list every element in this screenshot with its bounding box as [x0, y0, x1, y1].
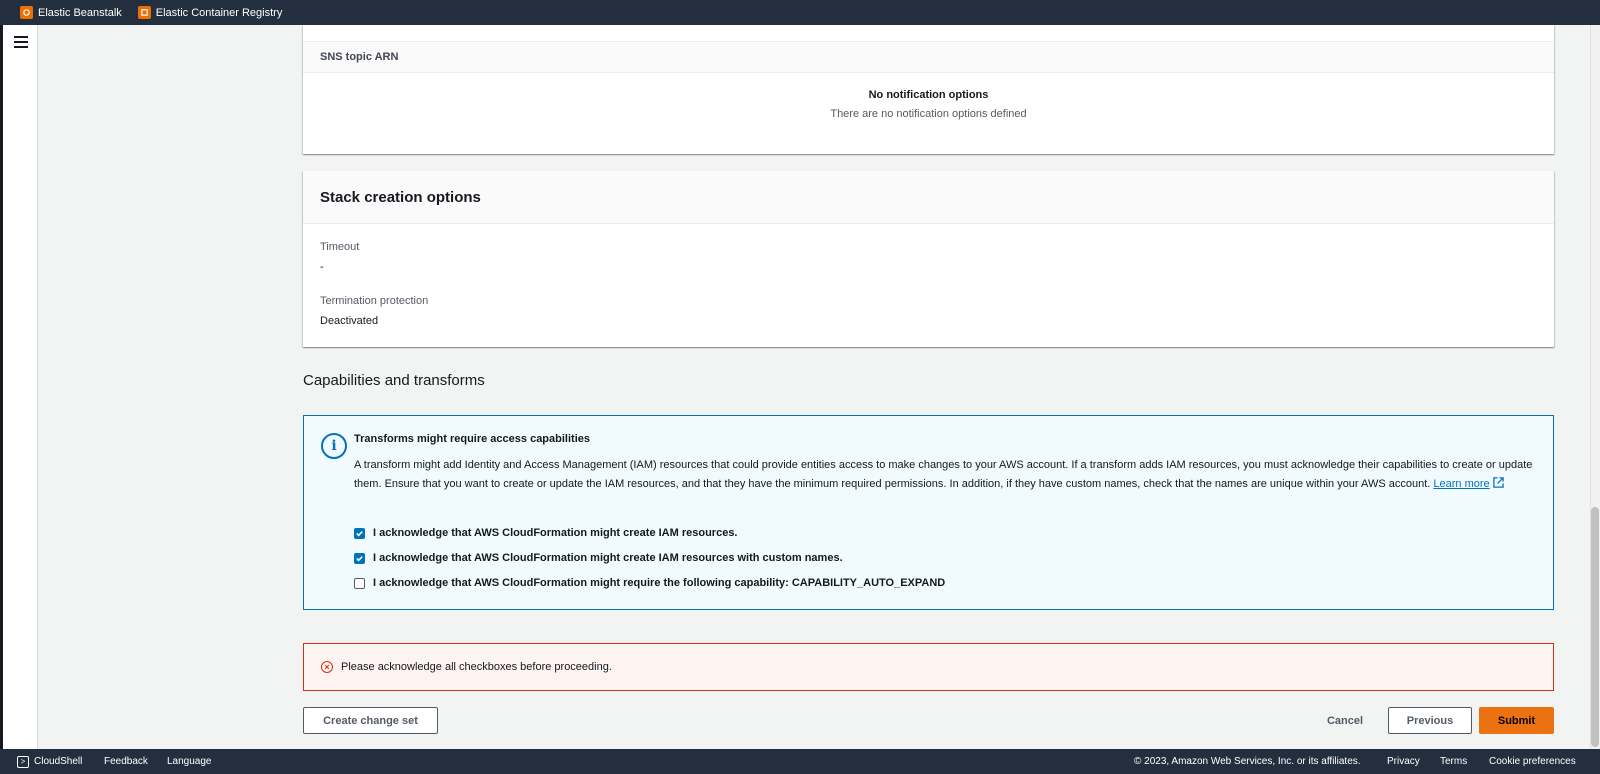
stack-creation-options-panel: Stack creation options Timeout - Termina…: [303, 171, 1554, 347]
column-header-sns-topic-arn: SNS topic ARN: [303, 41, 1554, 73]
error-icon: ×: [321, 661, 333, 673]
termination-protection-value: Deactivated: [320, 315, 379, 327]
checkbox-label: I acknowledge that AWS CloudFormation mi…: [373, 527, 738, 539]
favorites-bar: Elastic Beanstalk Elastic Container Regi…: [0, 0, 1600, 25]
ecr-icon: [137, 6, 151, 19]
cancel-button[interactable]: Cancel: [1318, 707, 1372, 734]
favorite-label: Elastic Beanstalk: [38, 6, 122, 19]
copyright-text: © 2023, Amazon Web Services, Inc. or its…: [1134, 756, 1361, 767]
error-alert: × Please acknowledge all checkboxes befo…: [303, 643, 1554, 691]
alert-body-text: A transform might add Identity and Acces…: [354, 459, 1533, 490]
console-footer: > CloudShell Feedback Language © 2023, A…: [0, 749, 1600, 774]
terms-link[interactable]: Terms: [1440, 756, 1467, 767]
panel-title: Stack creation options: [303, 171, 1554, 224]
info-icon: i: [321, 433, 347, 459]
cloudshell-label: CloudShell: [34, 756, 83, 767]
terminal-icon: >: [17, 755, 29, 768]
checkbox-checked-icon[interactable]: [354, 552, 365, 564]
scrollbar-thumb[interactable]: [1591, 507, 1599, 747]
submit-button[interactable]: Submit: [1479, 707, 1554, 734]
language-link[interactable]: Language: [167, 756, 212, 767]
error-message: Please acknowledge all checkboxes before…: [341, 661, 612, 673]
side-navigation-rail: [0, 25, 38, 749]
checkbox-checked-icon[interactable]: [354, 527, 365, 539]
create-change-set-button[interactable]: Create change set: [303, 707, 438, 734]
empty-state-description: There are no notification options define…: [830, 108, 1027, 120]
checkbox-label: I acknowledge that AWS CloudFormation mi…: [373, 552, 843, 564]
previous-button[interactable]: Previous: [1388, 707, 1472, 734]
checkbox-unchecked-icon[interactable]: [354, 577, 365, 589]
alert-title: Transforms might require access capabili…: [354, 433, 590, 445]
timeout-value: -: [320, 261, 324, 273]
acknowledge-iam-custom-names-checkbox[interactable]: I acknowledge that AWS CloudFormation mi…: [354, 552, 843, 564]
feedback-link[interactable]: Feedback: [104, 756, 148, 767]
section-title: Capabilities and transforms: [303, 372, 485, 389]
cloudshell-button[interactable]: > CloudShell: [17, 755, 83, 768]
termination-protection-label: Termination protection: [320, 295, 429, 307]
favorite-elastic-container-registry[interactable]: Elastic Container Registry: [137, 6, 283, 19]
privacy-link[interactable]: Privacy: [1387, 756, 1420, 767]
checkbox-label: I acknowledge that AWS CloudFormation mi…: [373, 577, 946, 589]
acknowledge-auto-expand-checkbox[interactable]: I acknowledge that AWS CloudFormation mi…: [354, 577, 945, 589]
elastic-beanstalk-icon: [20, 6, 33, 19]
external-link-icon: [1492, 476, 1504, 488]
learn-more-link[interactable]: Learn more: [1433, 476, 1504, 490]
favorite-label: Elastic Container Registry: [155, 6, 283, 19]
cookie-preferences-link[interactable]: Cookie preferences: [1489, 756, 1576, 767]
timeout-label: Timeout: [320, 241, 360, 253]
empty-state-title: No notification options: [868, 89, 989, 101]
favorite-elastic-beanstalk[interactable]: Elastic Beanstalk: [20, 6, 122, 19]
acknowledge-iam-checkbox[interactable]: I acknowledge that AWS CloudFormation mi…: [354, 527, 738, 539]
alert-body: A transform might add Identity and Acces…: [354, 456, 1539, 493]
notification-options-table: SNS topic ARN No notification options Th…: [303, 25, 1554, 154]
menu-icon[interactable]: [14, 36, 28, 48]
info-alert: i Transforms might require access capabi…: [303, 415, 1554, 610]
